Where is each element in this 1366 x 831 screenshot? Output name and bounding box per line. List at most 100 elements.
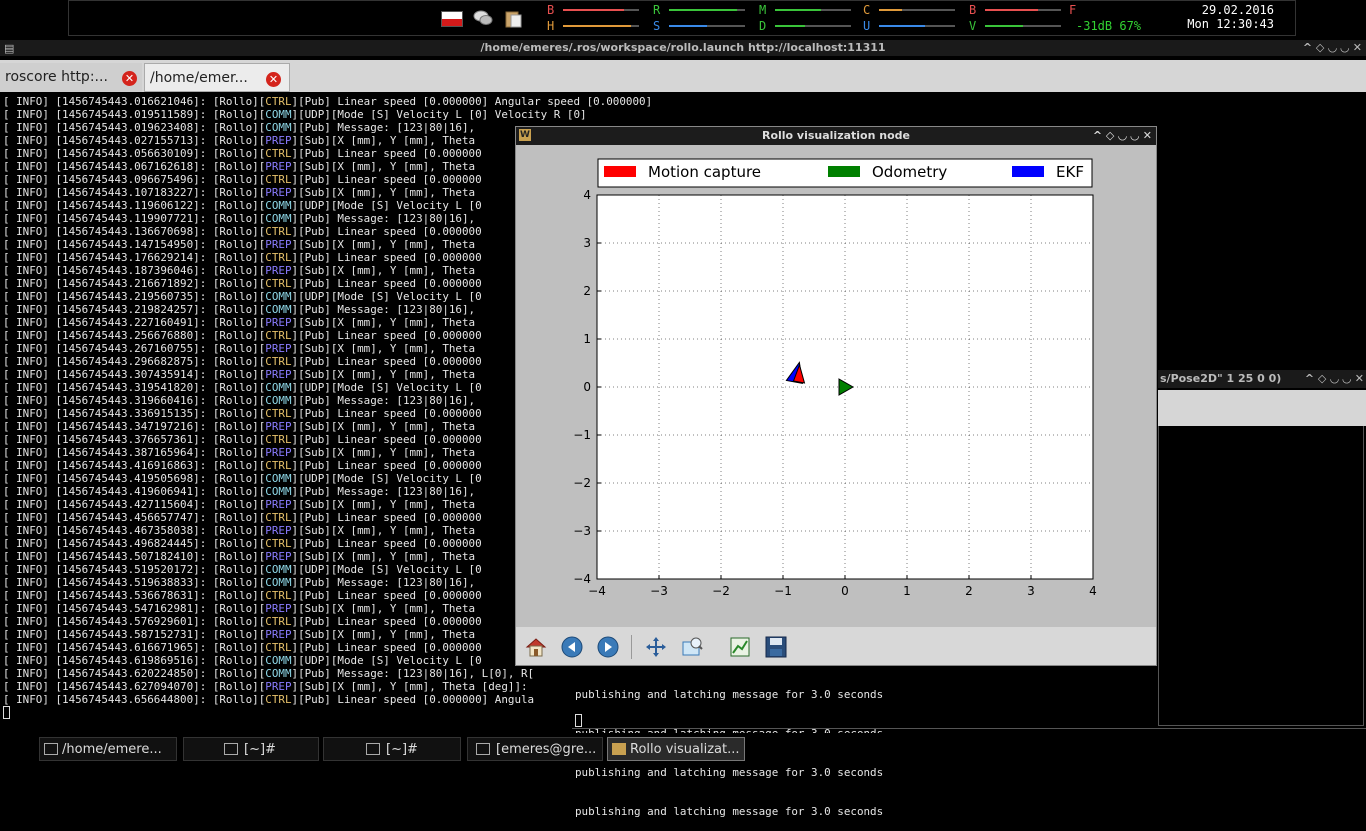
log-prefix: [ INFO] [1456745443.267160755]: [Rollo][ (3, 342, 266, 355)
log-message: ][Pub] Linear speed [0.000000 (291, 615, 482, 628)
log-prefix: [ INFO] [1456745443.019623408]: [Rollo][ (3, 121, 266, 134)
y-tick-label: −4 (573, 572, 591, 586)
log-message: ][Pub] Message: [123|80|16], (291, 394, 476, 407)
log-message: ][UDP][Mode [S] Velocity L [0 (291, 472, 482, 485)
meter-label: B (969, 3, 977, 17)
log-message: ][Pub] Linear speed [0.000000 (291, 459, 482, 472)
taskbar-item-visualization[interactable]: Rollo visualizat... (607, 737, 745, 761)
clock: 29.02.2016 Mon 12:30:43 (1154, 3, 1274, 31)
log-tag: CTRL (265, 459, 292, 472)
log-message: ][Pub] Linear speed [0.000000 (291, 589, 482, 602)
log-prefix: [ INFO] [1456745443.119606122]: [Rollo][ (3, 199, 266, 212)
window-controls[interactable]: ^ ◇ ◡ ◡ ✕ (1305, 370, 1364, 388)
terminal-icon (366, 743, 380, 755)
log-tag: CTRL (265, 537, 292, 550)
meter-bar (985, 25, 1023, 27)
home-icon[interactable] (525, 636, 547, 658)
log-line: [ INFO] [1456745443.019511589]: [Rollo][… (3, 108, 703, 121)
pan-icon[interactable] (645, 636, 667, 658)
log-message: ][UDP][Mode [S] Velocity L [0 (291, 654, 482, 667)
log-prefix: [ INFO] [1456745443.576929601]: [Rollo][ (3, 615, 266, 628)
visualization-titlebar[interactable]: W Rollo visualization node ^ ◇ ◡ ◡ ✕ (516, 127, 1156, 145)
task-label: [emeres@gre... (496, 742, 597, 757)
taskbar-item-root-shell[interactable]: [~]# (183, 737, 319, 761)
meter-bar (775, 9, 821, 11)
log-prefix: [ INFO] [1456745443.256676880]: [Rollo][ (3, 329, 266, 342)
log-tag: CTRL (265, 589, 292, 602)
log-prefix: [ INFO] [1456745443.347197216]: [Rollo][ (3, 420, 266, 433)
close-tab-icon[interactable]: ✕ (122, 71, 137, 86)
taskbar-item-terminal[interactable]: /home/emere... (39, 737, 177, 761)
log-prefix: [ INFO] [1456745443.219824257]: [Rollo][ (3, 303, 266, 316)
visualization-window[interactable]: W Rollo visualization node ^ ◇ ◡ ◡ ✕ Mot… (515, 126, 1157, 666)
meter-label: V (969, 19, 977, 33)
log-prefix: [ INFO] [1456745443.176629214]: [Rollo][ (3, 251, 266, 264)
tab-roscore[interactable]: roscore http:... ✕ (0, 63, 142, 92)
log-message: ][Pub] Linear speed [0.000000 (291, 407, 482, 420)
log-message: ][Pub] Linear speed [0.000000 (291, 173, 482, 186)
configure-subplots-icon[interactable] (729, 636, 751, 658)
log-tag: COMM (265, 381, 292, 394)
log-message: ][UDP][Mode [S] Velocity L [0 (291, 199, 482, 212)
meter-bar (563, 9, 624, 11)
terminal-cursor (575, 714, 582, 727)
log-tag: PREP (265, 446, 292, 459)
terminal-icon (224, 743, 238, 755)
window-menu-icon[interactable]: ▤ (4, 41, 14, 57)
terminal-titlebar[interactable]: ▤ /home/emeres/.ros/workspace/rollo.laun… (0, 40, 1366, 56)
log-prefix: [ INFO] [1456745443.547162981]: [Rollo][ (3, 602, 266, 615)
log-message: ][Pub] Linear speed [0.000000] Angular s… (291, 95, 653, 108)
log-prefix: [ INFO] [1456745443.147154950]: [Rollo][ (3, 238, 266, 251)
log-message: ][Sub][X [mm], Y [mm], Theta (291, 524, 476, 537)
chat-icon[interactable] (473, 9, 493, 27)
meter-label: C (863, 3, 871, 17)
second-terminal-titlebar[interactable]: s/Pose2D" 1 25 0 0) ^ ◇ ◡ ◡ ✕ (1158, 370, 1366, 388)
log-tag: PREP (265, 316, 292, 329)
log-message: ][Pub] Linear speed [0.000000 (291, 641, 482, 654)
window-controls[interactable]: ^ ◇ ◡ ◡ ✕ (1093, 127, 1152, 145)
clipboard-icon[interactable] (503, 9, 523, 29)
log-tag: PREP (265, 134, 292, 147)
log-message: ][Sub][X [mm], Y [mm], Theta (291, 446, 476, 459)
save-icon[interactable] (765, 636, 787, 658)
log-tag: PREP (265, 186, 292, 199)
app-icon (612, 743, 626, 755)
log-prefix: [ INFO] [1456745443.627094070]: [Rollo][ (3, 680, 266, 693)
forward-icon[interactable] (597, 636, 619, 658)
log-message: ][Sub][X [mm], Y [mm], Theta (291, 238, 476, 251)
log-message: ][Pub] Message: [123|80|16], (291, 576, 476, 589)
clock-time: Mon 12:30:43 (1187, 17, 1274, 31)
log-tag: PREP (265, 368, 292, 381)
log-tag: PREP (265, 264, 292, 277)
tab-rollo-launch[interactable]: /home/emer... ✕ (144, 63, 290, 92)
taskbar-item-root-shell[interactable]: [~]# (323, 737, 461, 761)
log-tag: PREP (265, 524, 292, 537)
log-prefix: [ INFO] [1456745443.620224850]: [Rollo][ (3, 667, 266, 680)
task-label: /home/emere... (62, 742, 162, 757)
meter-label: R (653, 3, 661, 17)
log-prefix: [ INFO] [1456745443.119907721]: [Rollo][ (3, 212, 266, 225)
flag-icon[interactable] (441, 11, 463, 27)
log-message: ][Sub][X [mm], Y [mm], Theta (291, 550, 476, 563)
log-message: ][UDP][Mode [S] Velocity L [0 (291, 381, 482, 394)
log-tag: PREP (265, 160, 292, 173)
log-prefix: [ INFO] [1456745443.467358038]: [Rollo][ (3, 524, 266, 537)
log-tag: CTRL (265, 277, 292, 290)
log-tag: COMM (265, 563, 292, 576)
close-tab-icon[interactable]: ✕ (266, 72, 281, 87)
window-controls[interactable]: ^ ◇ ◡ ◡ ✕ (1303, 40, 1362, 56)
log-prefix: [ INFO] [1456745443.067162618]: [Rollo][ (3, 160, 266, 173)
plot-canvas[interactable]: Motion capture Odometry EKF −4 −3 −2 −1 0 1 2 3 4 −4… (516, 145, 1156, 627)
taskbar-item-ssh[interactable]: [emeres@gre... (467, 737, 603, 761)
log-tag: COMM (265, 576, 292, 589)
log-prefix: [ INFO] [1456745443.136670698]: [Rollo][ (3, 225, 266, 238)
log-tag: PREP (265, 498, 292, 511)
terminal-title: /home/emeres/.ros/workspace/rollo.launch… (480, 41, 886, 54)
back-icon[interactable] (561, 636, 583, 658)
second-terminal-border (1158, 426, 1364, 726)
log-message: ][Sub][X [mm], Y [mm], Theta (291, 186, 476, 199)
log-tag: COMM (265, 472, 292, 485)
log-message: ][Pub] Linear speed [0.000000 (291, 537, 482, 550)
zoom-icon[interactable] (681, 636, 703, 658)
log-message: ][Pub] Linear speed [0.000000 (291, 511, 482, 524)
